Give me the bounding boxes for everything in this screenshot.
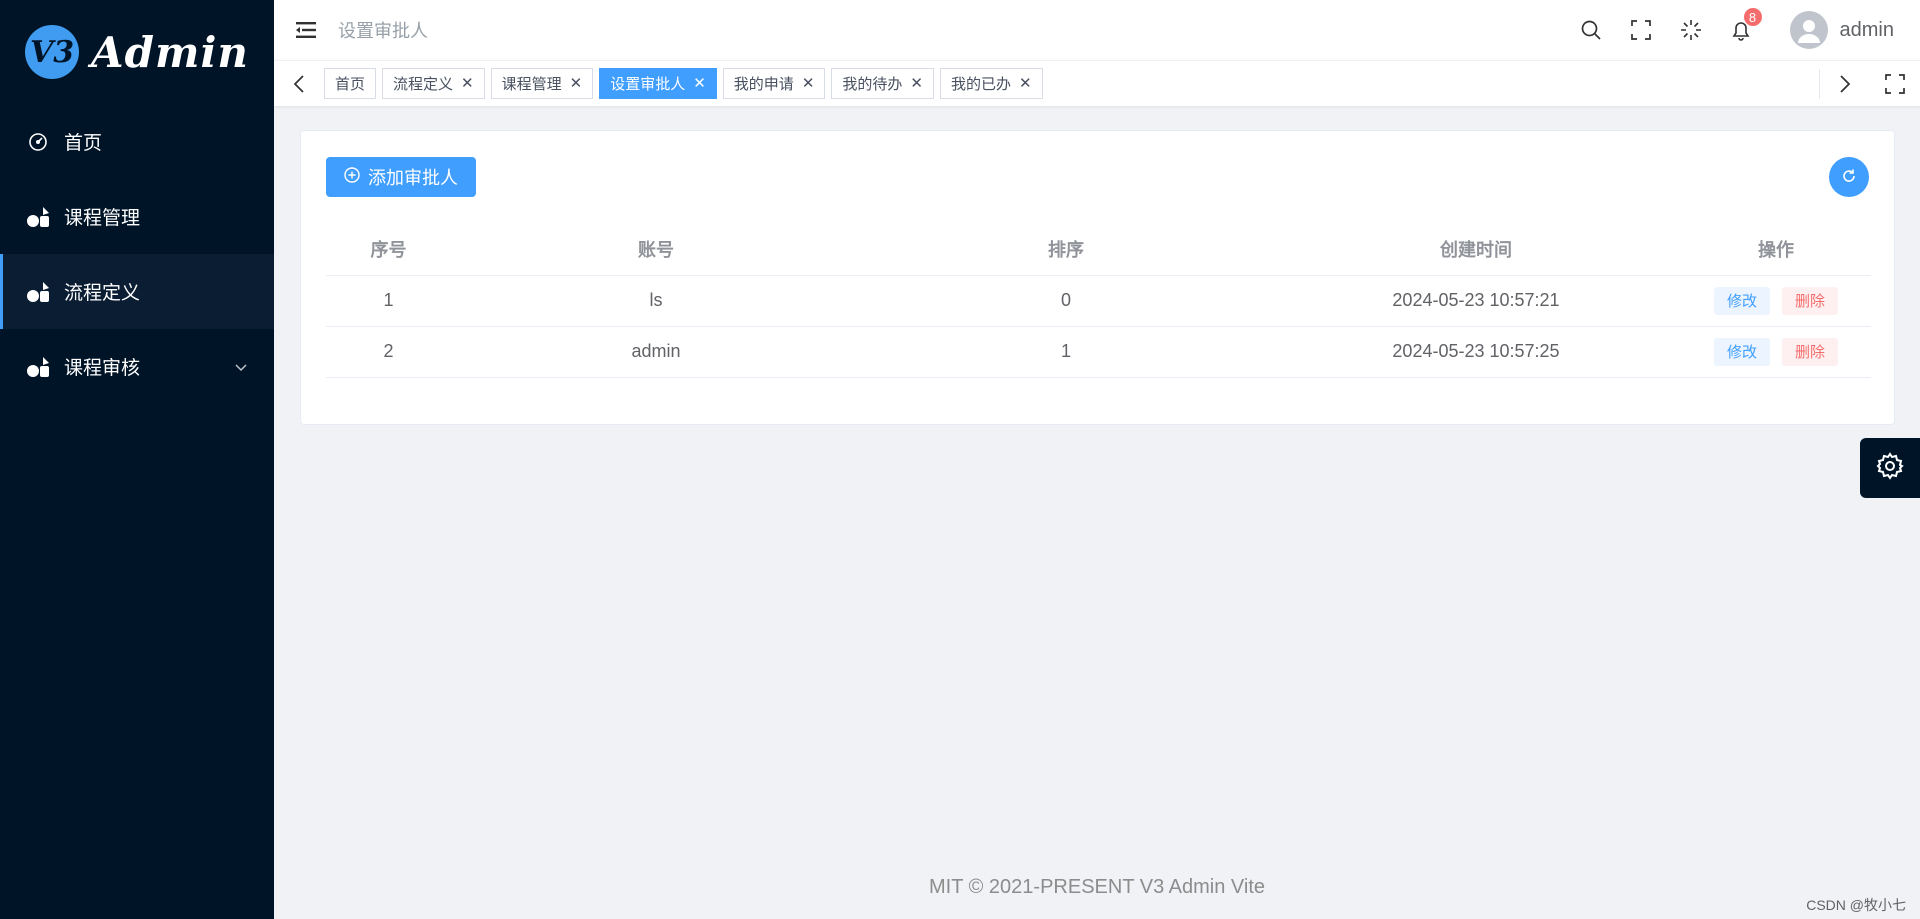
tag-process-definition[interactable]: 流程定义 ✕ [382, 68, 485, 99]
fullscreen-icon[interactable] [1616, 0, 1666, 60]
add-approver-button[interactable]: 添加审批人 [326, 157, 476, 197]
table-row: 2 admin 1 2024-05-23 10:57:25 修改 删除 [326, 326, 1871, 378]
column-header: 创建时间 [1271, 223, 1681, 276]
chevron-left-icon[interactable] [274, 61, 324, 107]
logo-text: Admin [91, 27, 249, 77]
cell-account: ls [451, 275, 861, 327]
tag-label: 首页 [335, 76, 366, 93]
chevron-right-icon[interactable] [1820, 61, 1870, 107]
shapes-icon [26, 205, 50, 229]
logo[interactable]: V3 Admin [0, 0, 274, 104]
hamburger-icon[interactable] [274, 0, 338, 60]
tag-label: 我的已办 [950, 76, 1011, 93]
tag-list: 首页 流程定义 ✕ 课程管理 ✕ 设置审批人 ✕ 我的申请 ✕ 我的待办 ✕ 我… [324, 68, 1819, 99]
sidebar-item-home[interactable]: 首页 [0, 104, 274, 179]
notification-badge: 8 [1742, 7, 1763, 27]
table-row: 1 ls 0 2024-05-23 10:57:21 修改 删除 [326, 275, 1871, 327]
plus-circle-icon [344, 166, 360, 188]
shapes-icon [26, 280, 50, 304]
user-menu[interactable]: admin [1789, 11, 1894, 49]
tag-label: 流程定义 [393, 76, 454, 93]
header: 设置审批人 8 admin [274, 0, 1920, 60]
chevron-down-icon [234, 356, 248, 378]
column-header: 排序 [861, 223, 1271, 276]
edit-button[interactable]: 修改 [1713, 337, 1770, 366]
cell-created: 2024-05-23 10:57:25 [1271, 326, 1681, 378]
close-icon[interactable]: ✕ [910, 76, 923, 91]
username: admin [1839, 18, 1894, 41]
close-icon[interactable]: ✕ [570, 76, 583, 91]
sidebar: V3 Admin 首页 课程管理 流程定义 课程审核 [0, 0, 274, 919]
header-actions: 8 admin [1566, 0, 1894, 60]
tag-label: 课程管理 [501, 76, 562, 93]
dashboard-icon [26, 130, 50, 154]
table-header-row: 序号 账号 排序 创建时间 操作 [326, 223, 1871, 276]
cell-account: admin [451, 326, 861, 378]
shapes-icon [26, 355, 50, 379]
refresh-icon [1841, 168, 1857, 187]
sidebar-item-label: 课程审核 [64, 358, 141, 379]
cell-actions: 修改 删除 [1681, 275, 1871, 327]
close-icon[interactable]: ✕ [693, 76, 706, 91]
column-header: 序号 [326, 223, 451, 276]
tags-controls [1819, 61, 1920, 107]
tag-my-todo[interactable]: 我的待办 ✕ [831, 68, 934, 99]
tag-label: 我的待办 [842, 76, 903, 93]
sidebar-item-course-management[interactable]: 课程管理 [0, 179, 274, 254]
column-header: 操作 [1681, 223, 1871, 276]
cell-sort: 1 [861, 326, 1271, 378]
delete-button[interactable]: 删除 [1782, 337, 1839, 366]
sidebar-item-label: 首页 [64, 133, 103, 154]
cell-index: 1 [326, 275, 451, 327]
tag-my-applications[interactable]: 我的申请 ✕ [722, 68, 826, 99]
breadcrumb: 设置审批人 [338, 21, 428, 41]
logo-badge: V3 [25, 25, 80, 79]
sidebar-item-course-review[interactable]: 课程审核 [0, 329, 274, 404]
footer: MIT © 2021-PRESENT V3 Admin Vite [929, 876, 1265, 898]
cell-created: 2024-05-23 10:57:21 [1271, 275, 1681, 327]
sidebar-item-label: 课程管理 [64, 208, 141, 229]
cell-actions: 修改 删除 [1681, 326, 1871, 378]
tag-label: 设置审批人 [610, 76, 686, 93]
tag-home[interactable]: 首页 [324, 68, 377, 99]
watermark: CSDN @牧小七 [1806, 897, 1906, 913]
settings-button[interactable] [1860, 438, 1920, 498]
fullscreen-icon[interactable] [1870, 61, 1920, 107]
approver-table: 序号 账号 排序 创建时间 操作 1 ls 0 2024-05-23 10:57… [326, 223, 1871, 378]
tags-view: 首页 流程定义 ✕ 课程管理 ✕ 设置审批人 ✕ 我的申请 ✕ 我的待办 ✕ 我… [274, 60, 1920, 106]
sidebar-item-label: 流程定义 [64, 283, 141, 304]
tag-set-approver[interactable]: 设置审批人 ✕ [599, 68, 717, 99]
refresh-button[interactable] [1829, 157, 1869, 197]
cell-index: 2 [326, 326, 451, 378]
sidebar-item-process-definition[interactable]: 流程定义 [0, 254, 274, 329]
close-icon[interactable]: ✕ [461, 76, 474, 91]
edit-button[interactable]: 修改 [1713, 286, 1770, 315]
avatar [1789, 11, 1828, 49]
gear-icon [1876, 451, 1904, 485]
tag-course-management[interactable]: 课程管理 ✕ [490, 68, 594, 99]
theme-switch-icon[interactable] [1666, 0, 1716, 60]
column-header: 账号 [451, 223, 861, 276]
search-icon[interactable] [1566, 0, 1616, 60]
cell-sort: 0 [861, 275, 1271, 327]
tag-label: 我的申请 [733, 76, 794, 93]
bell-icon[interactable]: 8 [1716, 0, 1766, 60]
close-icon[interactable]: ✕ [1019, 76, 1032, 91]
add-approver-label: 添加审批人 [368, 168, 458, 188]
close-icon[interactable]: ✕ [802, 76, 815, 91]
delete-button[interactable]: 删除 [1782, 286, 1839, 315]
content-card: 添加审批人 序号 账号 排序 创建时间 操作 1 ls 0 2024-05-23… [300, 130, 1895, 425]
tag-my-done[interactable]: 我的已办 ✕ [939, 68, 1043, 99]
